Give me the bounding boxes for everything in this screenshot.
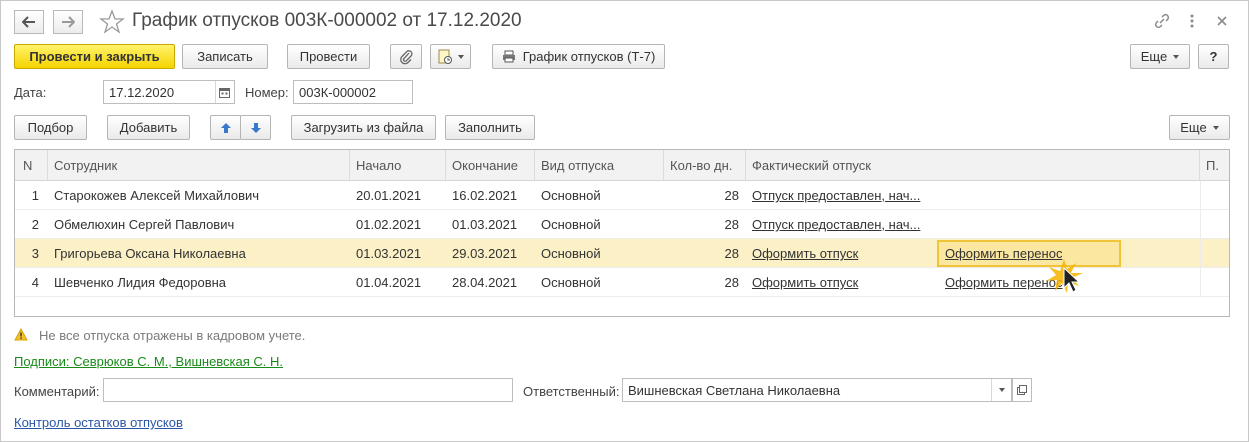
attachments-button[interactable] [390,44,422,69]
days-cell: 28 [724,275,739,290]
table-more-label: Еще [1180,120,1207,135]
link-icon[interactable] [1153,12,1171,30]
type-cell: Основной [541,275,601,290]
column-header-actual[interactable]: Фактический отпуск [746,150,1200,181]
post-and-close-button[interactable]: Провести и закрыть [14,44,175,69]
document-create-icon [438,49,452,64]
add-button[interactable]: Добавить [107,115,190,140]
responsible-label: Ответственный: [523,384,620,399]
more-menu-button[interactable]: Еще [1130,44,1190,69]
paperclip-icon [400,49,413,64]
forward-arrow-icon [62,16,75,28]
calendar-button[interactable] [215,81,233,103]
post-button[interactable]: Провести [287,44,370,69]
start-cell: 20.01.2021 [356,188,422,203]
load-from-file-button[interactable]: Загрузить из файла [291,115,436,140]
employee-cell: Григорьева Оксана Николаевна [54,246,246,261]
actual-vacation-link[interactable]: Отпуск предоставлен, нач... [752,217,920,232]
date-label: Дата: [14,85,47,100]
table-row[interactable]: 2 Обмелюхин Сергей Павлович 01.02.2021 0… [15,210,1229,239]
column-header-employee[interactable]: Сотрудник [48,150,350,181]
more-vert-icon[interactable] [1183,12,1201,30]
start-cell: 01.04.2021 [356,275,422,290]
row-number: 4 [31,275,39,290]
save-button[interactable]: Записать [182,44,268,69]
column-header-n[interactable]: N [15,150,48,181]
vacation-balance-link[interactable]: Контроль остатков отпусков [14,415,183,430]
column-header-p[interactable]: П. [1200,150,1229,181]
close-icon[interactable] [1213,12,1231,30]
row-number: 1 [31,188,39,203]
employee-cell: Обмелюхин Сергей Павлович [54,217,235,232]
calendar-icon [219,87,230,98]
signatures-link[interactable]: Подписи: Севрюков С. М., Вишневская С. Н… [14,354,283,369]
back-button[interactable] [14,10,44,34]
chevron-down-icon [1212,125,1219,130]
number-field[interactable]: 003К-000002 [293,80,413,104]
column-header-end[interactable]: Окончание [446,150,535,181]
end-cell: 01.03.2021 [452,217,518,232]
document-window: График отпусков 003К-000002 от 17.12.202… [0,0,1249,442]
select-button[interactable]: Подбор [14,115,87,140]
forward-button[interactable] [53,10,83,34]
more-menu-label: Еще [1140,49,1168,64]
employee-cell: Шевченко Лидия Федоровна [54,275,227,290]
print-t7-button[interactable]: График отпусков (Т-7) [492,44,665,69]
employee-cell: Старокожев Алексей Михайлович [54,188,260,203]
table-more-button[interactable]: Еще [1169,115,1230,140]
table-header: N Сотрудник Начало Окончание Вид отпуска… [15,150,1229,181]
days-cell: 28 [724,246,739,261]
chevron-down-icon [1173,54,1180,59]
arrow-down-icon [250,122,261,133]
chevron-down-icon [998,388,1005,392]
printer-icon [502,50,515,63]
warning-icon [14,328,28,341]
responsible-value: Вишневская Светлана Николаевна [628,382,841,398]
print-t7-label: График отпусков (Т-7) [522,49,656,64]
column-header-days[interactable]: Кол-во дн. [664,150,746,181]
column-header-type[interactable]: Вид отпуска [535,150,664,181]
start-cell: 01.03.2021 [356,246,422,261]
table-row[interactable]: 1 Старокожев Алексей Михайлович 20.01.20… [15,181,1229,210]
row-number: 2 [31,217,39,232]
move-up-button[interactable] [210,115,241,140]
column-divider [1200,181,1201,297]
column-header-start[interactable]: Начало [350,150,446,181]
actual-vacation-link[interactable]: Оформить отпуск [752,275,858,290]
open-window-icon [1017,385,1027,395]
end-cell: 29.03.2021 [452,246,518,261]
type-cell: Основной [541,217,601,232]
number-label: Номер: [245,85,289,100]
responsible-field[interactable]: Вишневская Светлана Николаевна [622,378,1012,402]
chevron-down-icon [457,54,464,59]
back-arrow-icon [22,16,35,28]
days-cell: 28 [724,217,739,232]
actual-vacation-link[interactable]: Оформить отпуск [752,246,858,261]
fill-button[interactable]: Заполнить [445,115,535,140]
move-down-button[interactable] [240,115,271,140]
warning-text: Не все отпуска отражены в кадровом учете… [39,328,306,343]
favorite-star-icon[interactable] [99,9,125,35]
date-value: 17.12.2020 [109,84,175,100]
start-cell: 01.02.2021 [356,217,422,232]
days-cell: 28 [724,188,739,203]
arrow-up-icon [220,122,231,133]
number-value: 003К-000002 [299,84,376,100]
create-based-on-button[interactable] [430,44,471,69]
comment-label: Комментарий: [14,384,100,399]
end-cell: 28.04.2021 [452,275,518,290]
comment-field[interactable] [103,378,513,402]
type-cell: Основной [541,188,601,203]
responsible-dropdown-button[interactable] [991,379,1011,401]
row-number: 3 [31,246,39,261]
help-button[interactable]: ? [1198,44,1229,69]
end-cell: 16.02.2021 [452,188,518,203]
click-cursor-icon [1046,259,1083,293]
transfer-cell-active[interactable]: Оформить перенос [937,240,1121,267]
type-cell: Основной [541,246,601,261]
actual-vacation-link[interactable]: Отпуск предоставлен, нач... [752,188,920,203]
responsible-open-button[interactable] [1012,378,1032,402]
window-title: График отпусков 003К-000002 от 17.12.202… [132,10,522,31]
